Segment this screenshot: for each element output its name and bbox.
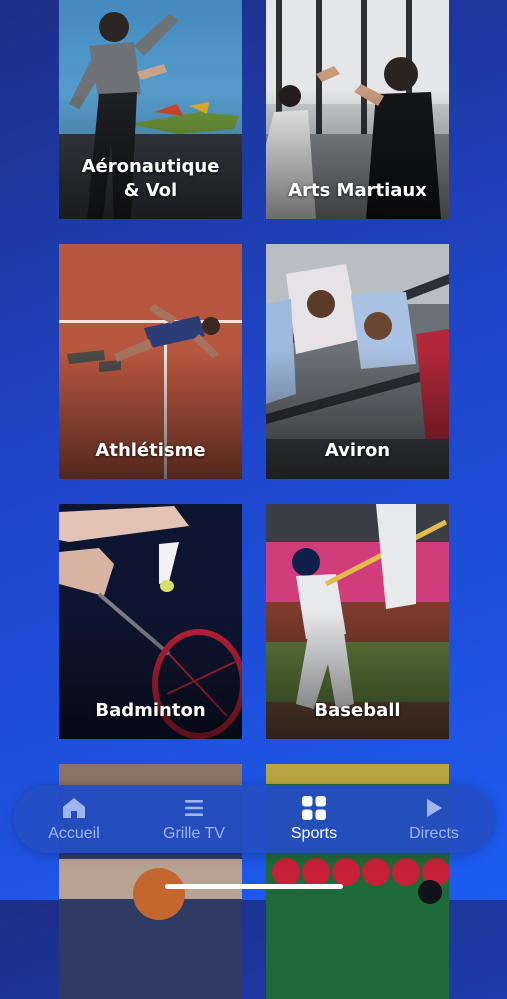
sport-tile-aeronautique[interactable]: Aéronautique & Vol: [59, 0, 242, 219]
tab-label: Grille TV: [163, 825, 225, 842]
tile-label: Badminton: [95, 700, 206, 721]
tile-label: Aéronautique & Vol: [81, 156, 220, 201]
tile-label: Baseball: [314, 700, 401, 721]
list-icon: [182, 795, 206, 821]
tile-label: Aviron: [324, 440, 391, 461]
tile-label: Arts Martiaux: [288, 180, 427, 201]
tab-label: Directs: [409, 825, 459, 842]
home-icon: [61, 795, 87, 821]
play-icon: [423, 795, 445, 821]
tab-directs[interactable]: Directs: [374, 785, 494, 853]
bottom-tab-bar: Accueil Grille TV Sports Directs: [14, 785, 494, 853]
sport-tile-baseball[interactable]: Baseball: [266, 504, 449, 739]
tab-grille-tv[interactable]: Grille TV: [134, 785, 254, 853]
home-indicator[interactable]: [165, 884, 343, 889]
tab-sports[interactable]: Sports: [254, 785, 374, 853]
sport-tile-badminton[interactable]: Badminton: [59, 504, 242, 739]
tab-accueil[interactable]: Accueil: [14, 785, 134, 853]
sport-tile-aviron[interactable]: Aviron: [266, 244, 449, 479]
sports-grid: Aéronautique & Vol Arts Martiaux Athléti…: [0, 0, 507, 999]
sport-tile-arts-martiaux[interactable]: Arts Martiaux: [266, 0, 449, 219]
sport-tile-athletisme[interactable]: Athlétisme: [59, 244, 242, 479]
tab-label: Accueil: [48, 825, 100, 842]
tab-label: Sports: [290, 825, 338, 842]
grid-icon: [301, 795, 327, 821]
tile-label: Athlétisme: [95, 440, 206, 461]
